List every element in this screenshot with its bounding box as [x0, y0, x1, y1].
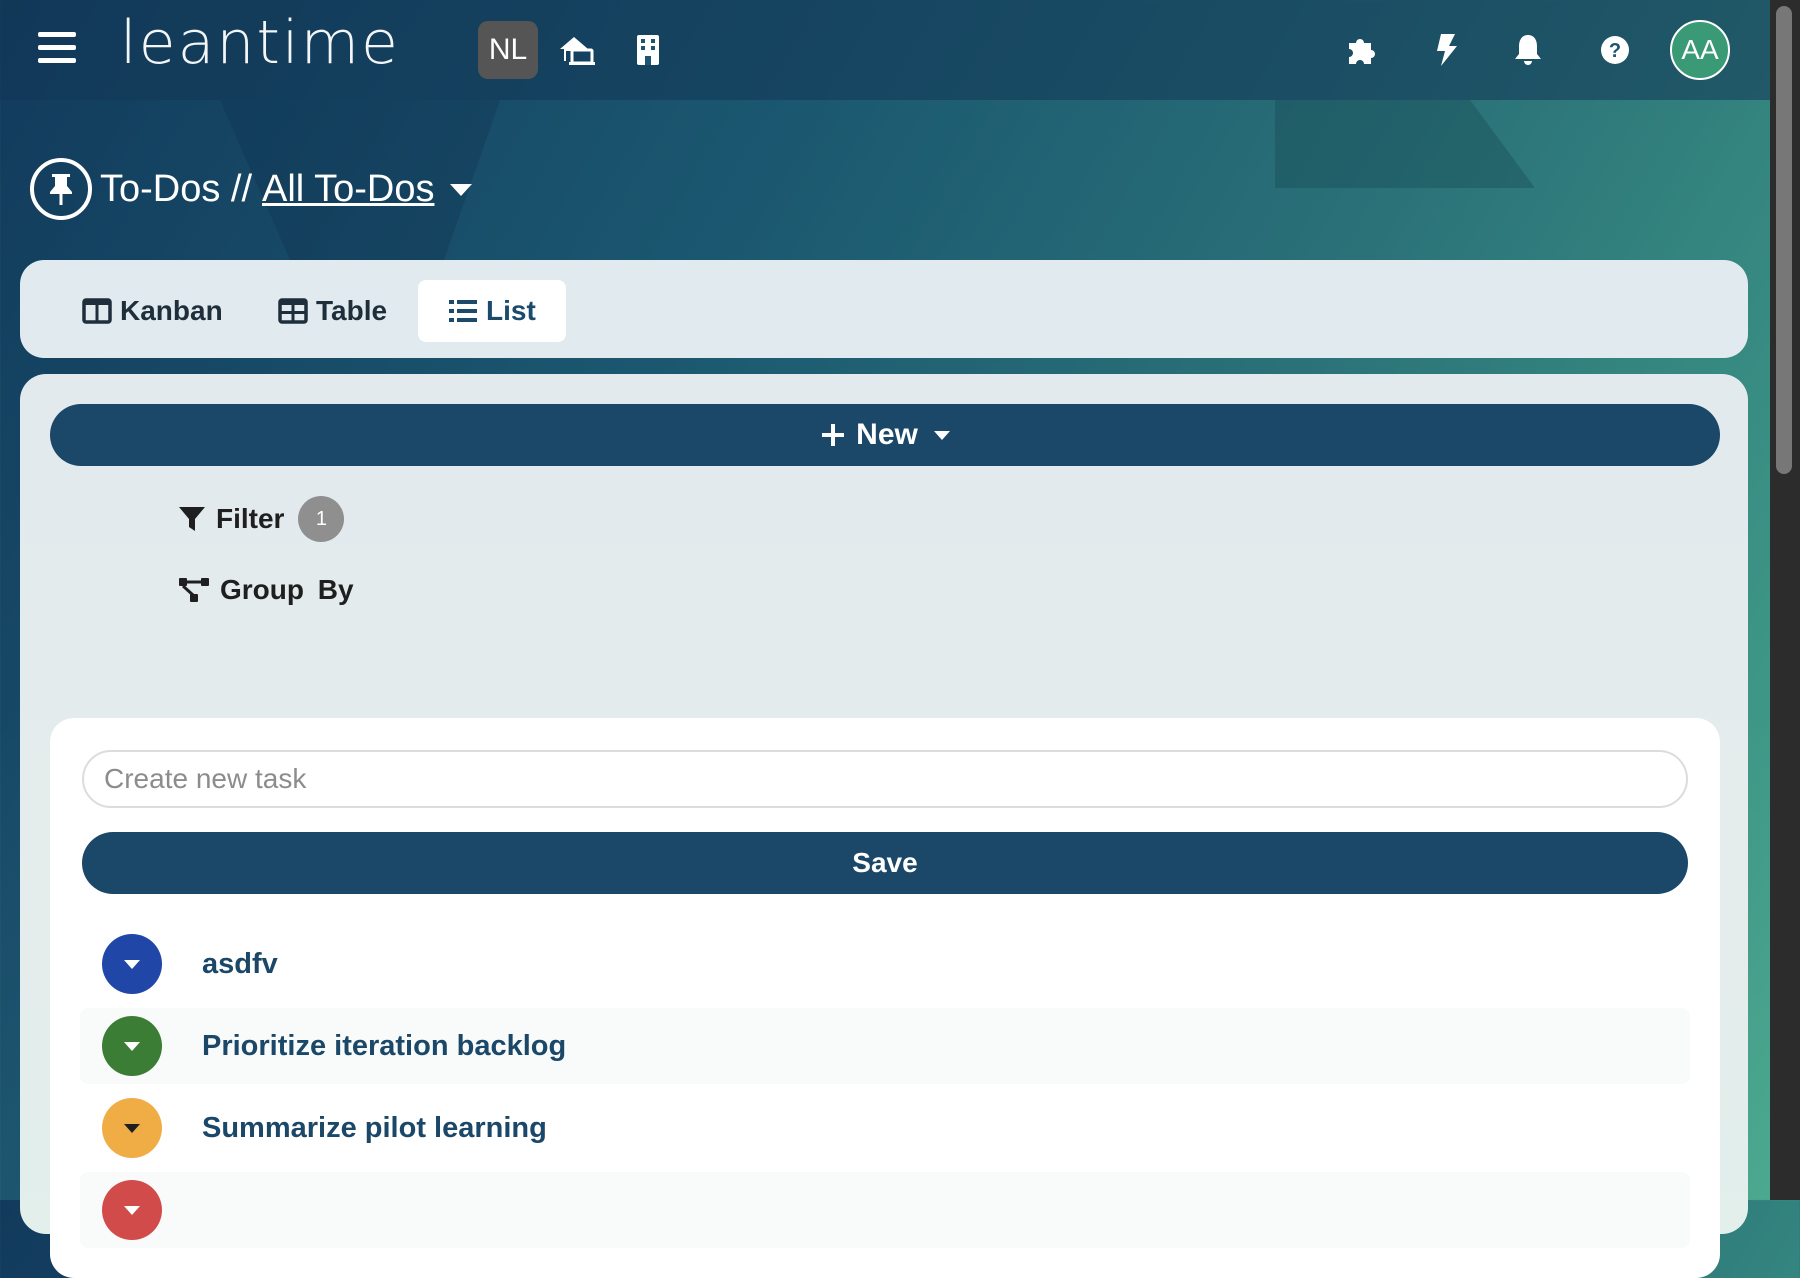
save-button[interactable]: Save	[82, 832, 1688, 894]
group-by-icon	[179, 578, 209, 602]
status-dropdown-button[interactable]	[102, 1180, 162, 1240]
status-dropdown-button[interactable]	[102, 934, 162, 994]
caret-down-icon	[933, 430, 950, 440]
tab-kanban[interactable]: Kanban	[52, 280, 253, 342]
plus-icon	[822, 424, 845, 446]
task-row[interactable]	[80, 1172, 1690, 1248]
app-logo[interactable]: leantime	[120, 8, 400, 78]
apps-icon[interactable]	[1340, 28, 1384, 72]
breadcrumb-view-link[interactable]: All To-Dos	[262, 168, 434, 211]
chevron-down-icon[interactable]	[450, 184, 472, 196]
hamburger-menu-icon[interactable]	[38, 32, 76, 68]
todo-list-panel: New Filter 1 Group By Save asdfv Priorit…	[20, 374, 1748, 1278]
tab-table-label: Table	[316, 295, 388, 326]
caret-down-icon	[124, 1205, 140, 1215]
group-by-label: Group By	[220, 574, 354, 605]
caret-down-icon	[124, 959, 140, 969]
company-icon[interactable]	[626, 28, 670, 72]
user-avatar[interactable]: AA	[1670, 20, 1730, 80]
top-navigation-bar: leantime NL ? AA	[0, 0, 1770, 100]
thumbtack-icon	[30, 158, 92, 220]
help-icon[interactable]: ?	[1593, 28, 1637, 72]
breadcrumb-module: To-Dos //	[100, 168, 253, 210]
filter-label: Filter	[216, 503, 285, 534]
kanban-icon	[82, 298, 112, 324]
lightning-icon[interactable]	[1424, 28, 1468, 72]
background-shape	[1275, 100, 1535, 188]
svg-text:?: ?	[1609, 40, 1621, 62]
task-list-card: Save asdfv Prioritize iteration backlog …	[50, 718, 1720, 1278]
scrollbar-thumb[interactable]	[1776, 6, 1792, 474]
task-row[interactable]: Summarize pilot learning	[80, 1090, 1690, 1166]
filter-count-badge: 1	[298, 496, 345, 542]
new-task-label: New	[856, 418, 918, 451]
create-task-input[interactable]	[82, 750, 1688, 808]
new-task-button[interactable]: New	[50, 404, 1720, 466]
list-icon	[449, 300, 477, 322]
filter-icon	[179, 507, 205, 531]
tab-table[interactable]: Table	[248, 280, 417, 342]
caret-down-icon	[124, 1041, 140, 1051]
caret-down-icon	[124, 1123, 140, 1133]
tab-kanban-label: Kanban	[120, 295, 223, 326]
project-switcher-button[interactable]: NL	[478, 21, 538, 79]
group-by-button[interactable]: Group By	[178, 574, 354, 606]
task-row[interactable]: Prioritize iteration backlog	[80, 1008, 1690, 1084]
tab-list-label: List	[486, 295, 536, 326]
my-work-icon[interactable]	[554, 28, 598, 72]
page-scrollbar[interactable]	[1770, 0, 1800, 1200]
task-row[interactable]: asdfv	[80, 926, 1690, 1002]
bell-icon[interactable]	[1506, 28, 1550, 72]
status-dropdown-button[interactable]	[102, 1016, 162, 1076]
task-title[interactable]: Prioritize iteration backlog	[202, 1030, 566, 1063]
status-dropdown-button[interactable]	[102, 1098, 162, 1158]
task-title[interactable]: asdfv	[202, 948, 278, 981]
view-tabs: Kanban Table List	[20, 260, 1748, 358]
task-title[interactable]: Summarize pilot learning	[202, 1112, 547, 1145]
filter-button[interactable]: Filter 1	[178, 496, 345, 542]
table-icon	[278, 298, 308, 324]
tab-list[interactable]: List	[418, 280, 566, 342]
